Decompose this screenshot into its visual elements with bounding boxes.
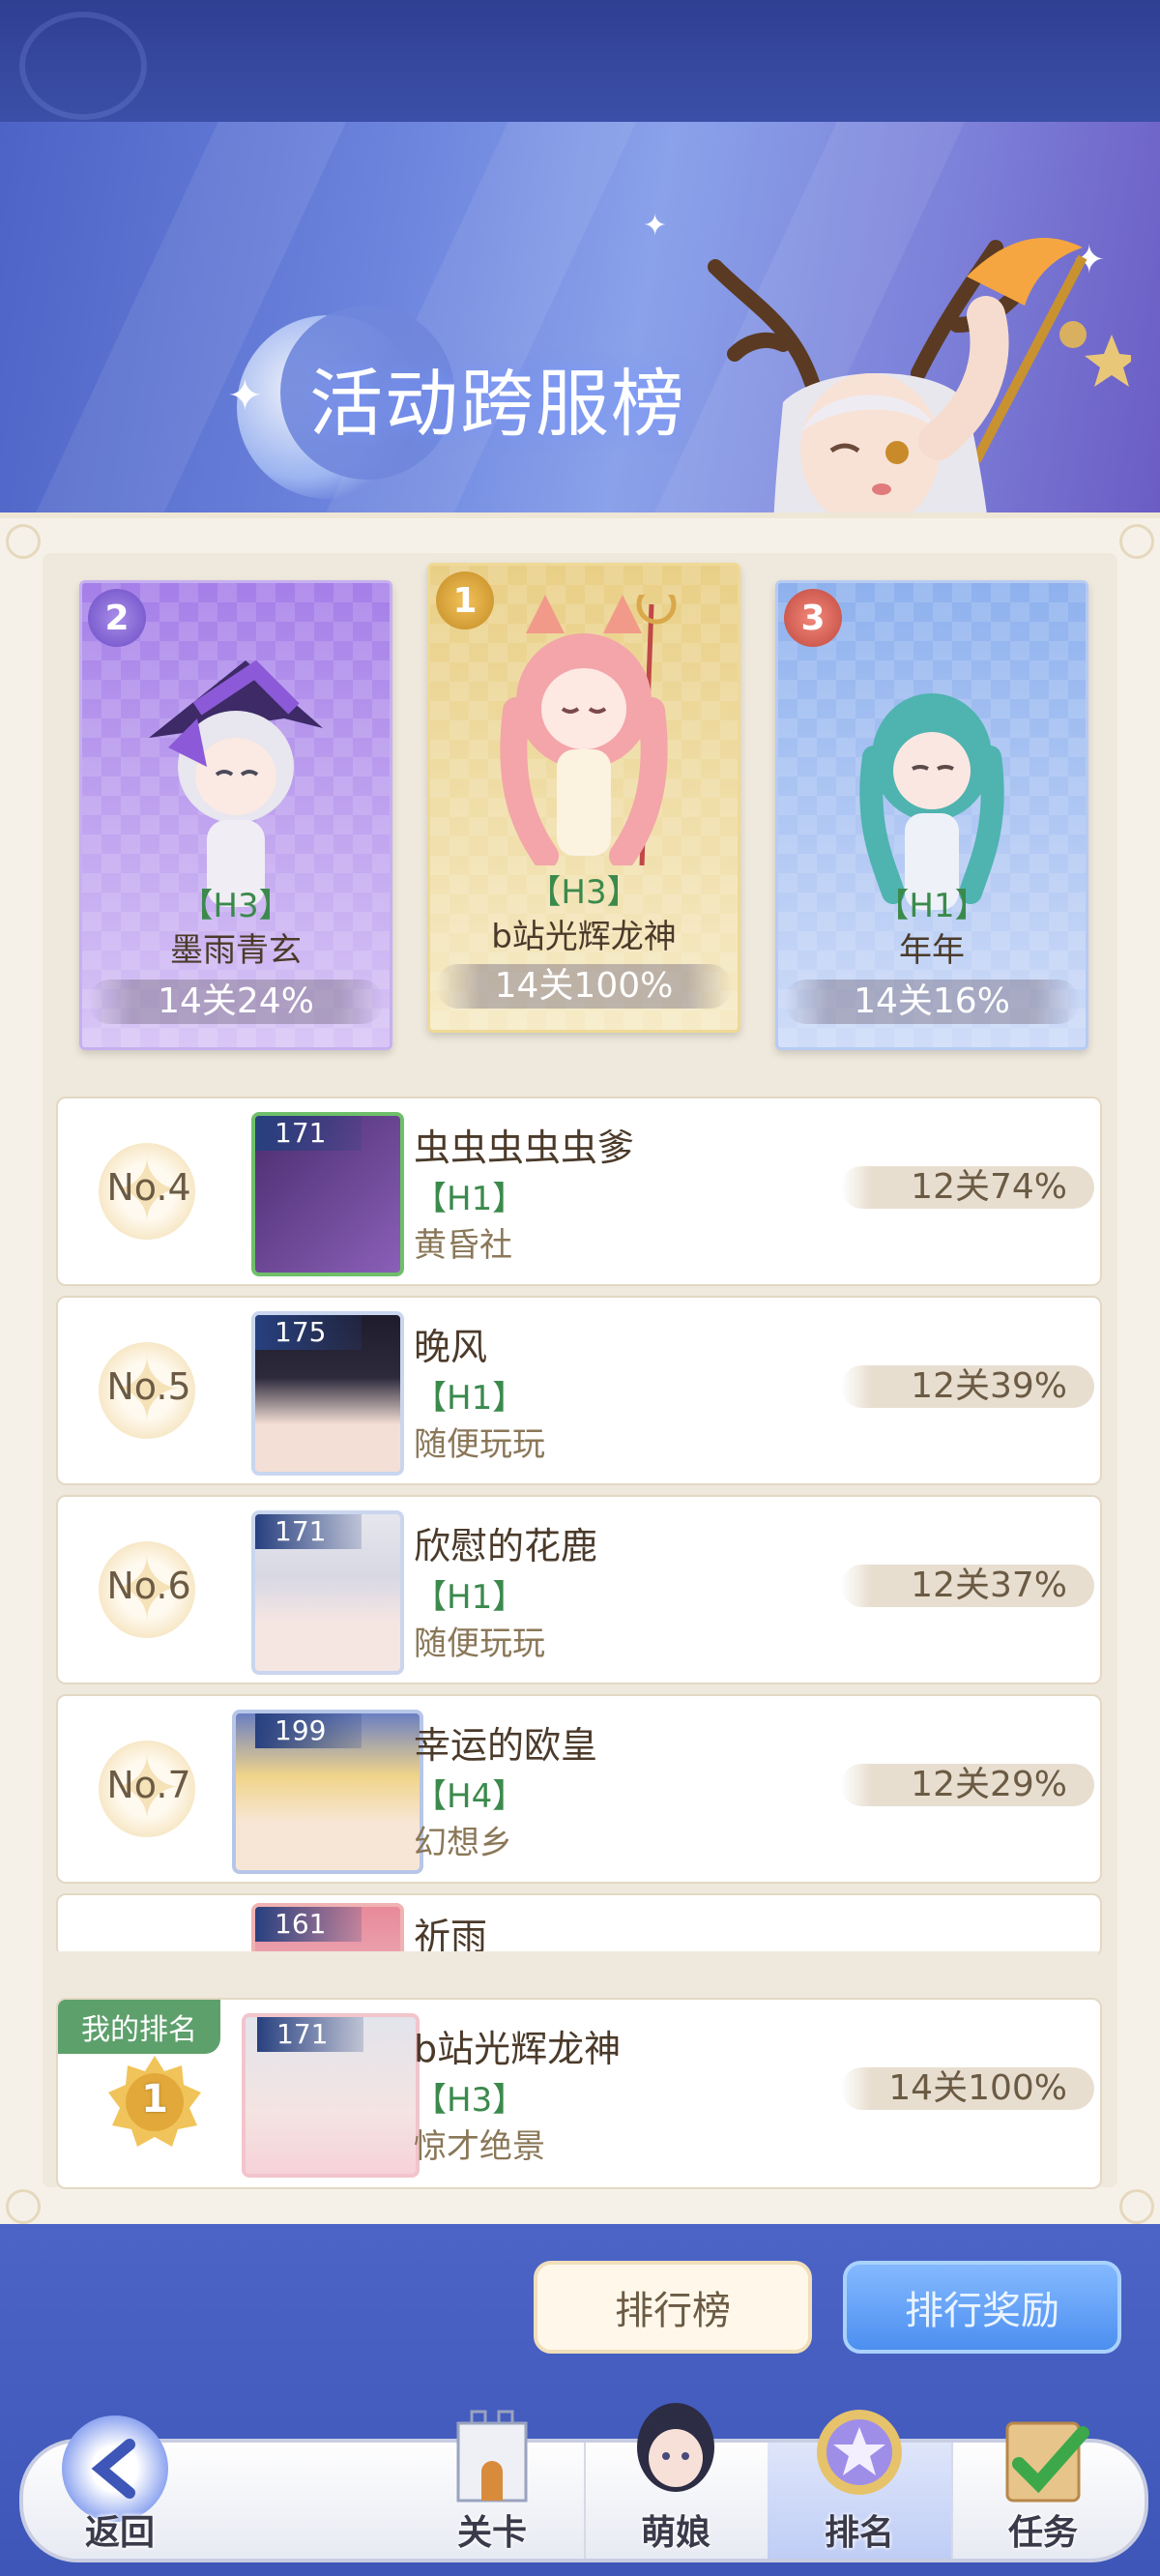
nav-stage-label: 关卡	[456, 2513, 527, 2553]
player-score: 12关39%	[841, 1365, 1094, 1408]
nav-back-label: 返回	[84, 2513, 155, 2553]
player-score: 12关29%	[841, 1764, 1094, 1806]
my-rank-tag: 我的排名	[58, 2000, 220, 2054]
player-guild: 随便玩玩	[414, 1425, 545, 1464]
heart-decoration-icon	[19, 12, 147, 120]
player-avatar[interactable]: 199	[232, 1710, 423, 1874]
player-score: 12关37%	[841, 1565, 1094, 1607]
player-avatar[interactable]: 171	[251, 1510, 404, 1675]
character-illustration	[708, 238, 1131, 512]
nav-stage[interactable]: 关卡	[400, 2410, 586, 2559]
girl-portrait-icon	[637, 2403, 714, 2492]
player-level: 171	[255, 1514, 362, 1549]
nav-girls-label: 萌娘	[640, 2513, 710, 2553]
rank-medal-icon: 1	[436, 571, 494, 629]
player-level: 175	[255, 1315, 362, 1350]
podium-tier: 【H1】	[876, 887, 988, 925]
podium-score: 14关16%	[784, 980, 1080, 1024]
player-level: 171	[257, 2017, 363, 2052]
nav-back[interactable]: 返回	[23, 2415, 217, 2559]
player-name: b站光辉龙神	[414, 2028, 622, 2070]
player-level: 161	[255, 1907, 362, 1942]
ranking-button-label: 排行榜	[615, 2289, 731, 2333]
player-tier: 【H1】	[414, 1180, 526, 1218]
castle-icon	[456, 2410, 528, 2503]
rank-number: No.7	[106, 1764, 191, 1806]
rank-number: No.4	[106, 1166, 191, 1209]
podium-score: 14关100%	[436, 964, 732, 1009]
ranking-button[interactable]: 排行榜	[534, 2261, 812, 2354]
rank-medal-icon: 2	[88, 589, 146, 647]
player-avatar-figure	[500, 595, 677, 865]
my-ranking-row[interactable]: 我的排名 1 171 b站光辉龙神 【H3】 惊才绝景 14关100%	[56, 1998, 1102, 2189]
podium-player-name: b站光辉龙神	[491, 918, 677, 956]
player-guild: 黄昏社	[414, 1226, 512, 1265]
podium-tier: 【H3】	[180, 887, 292, 925]
podium-tier: 【H3】	[528, 873, 640, 912]
nav-girls[interactable]: 萌娘	[584, 2403, 769, 2559]
player-name: 祈雨	[414, 1916, 488, 1957]
player-tier: 【H1】	[414, 1379, 526, 1418]
nav-task[interactable]: 任务	[951, 2421, 1135, 2559]
ranking-reward-button-label: 排行奖励	[905, 2289, 1059, 2333]
podium-player-name: 年年	[899, 931, 965, 970]
star-badge-icon	[817, 2410, 902, 2495]
bottom-nav-bar: 返回 关卡 萌娘 排名 任务	[19, 2403, 1148, 2562]
player-avatar[interactable]: 171	[242, 2013, 420, 2178]
player-guild: 随便玩玩	[414, 1625, 545, 1663]
player-level: 171	[255, 1116, 362, 1151]
banner-title: 活动跨服榜	[309, 361, 686, 447]
ranking-row[interactable]: ✦ No.6 171 欣慰的花鹿 【H1】 随便玩玩 12关37%	[56, 1495, 1102, 1684]
player-avatar[interactable]: 161	[251, 1903, 404, 1955]
nav-rank-label: 排名	[824, 2513, 894, 2553]
event-banner: ✦ ✦ ✦ 活动跨服榜	[0, 122, 1160, 512]
nav-rank[interactable]: 排名	[768, 2410, 953, 2559]
player-name: 幸运的欧皇	[414, 1724, 598, 1767]
podium-card-rank-2[interactable]: 2 【H3】 墨雨青玄 14关24%	[79, 580, 392, 1050]
bottom-area: 排行榜 排行奖励 返回 关卡 萌娘 排名 任务	[0, 2224, 1160, 2576]
ranking-row[interactable]: ✦ No.4 171 虫虫虫虫虫爹 【H1】 黄昏社 12关74%	[56, 1097, 1102, 1286]
player-name: 欣慰的花鹿	[414, 1525, 598, 1567]
ranking-row[interactable]: ✦ No.7 199 幸运的欧皇 【H4】 幻想乡 12关29%	[56, 1694, 1102, 1884]
player-avatar[interactable]: 175	[251, 1311, 404, 1476]
rank-number: No.6	[106, 1565, 191, 1607]
my-rank-number: 1	[141, 2077, 168, 2122]
ranking-reward-button[interactable]: 排行奖励	[843, 2261, 1121, 2354]
nav-task-label: 任务	[1007, 2513, 1078, 2553]
player-tier: 【H3】	[414, 2081, 526, 2120]
player-tier: 【H1】	[414, 1578, 526, 1617]
player-avatar[interactable]: 171	[251, 1112, 404, 1276]
podium-card-rank-3[interactable]: 3 【H1】 年年 14关16%	[775, 580, 1088, 1050]
podium-score: 14关24%	[88, 980, 384, 1024]
player-guild: 惊才绝景	[414, 2127, 545, 2166]
top-bar	[0, 0, 1160, 122]
ranking-row[interactable]: 161 祈雨	[56, 1893, 1102, 1957]
player-score: 12关74%	[841, 1166, 1094, 1209]
player-name: 晚风	[414, 1326, 488, 1368]
sparkle-icon: ✦	[227, 371, 263, 421]
rank-medal-icon: 3	[784, 589, 842, 647]
player-level: 199	[255, 1713, 362, 1748]
rank-number: No.5	[106, 1365, 191, 1408]
podium-card-rank-1[interactable]: 1 【H3】 b站光辉龙神 14关100%	[427, 563, 740, 1033]
player-score: 14关100%	[841, 2067, 1094, 2110]
task-scroll-icon	[1005, 2421, 1089, 2503]
player-tier: 【H4】	[414, 1777, 526, 1816]
player-name: 虫虫虫虫虫爹	[414, 1127, 635, 1169]
podium-player-name: 墨雨青玄	[170, 931, 302, 970]
player-guild: 幻想乡	[414, 1824, 512, 1862]
sparkle-icon: ✦	[643, 209, 668, 243]
ranking-row[interactable]: ✦ No.5 175 晚风 【H1】 随便玩玩 12关39%	[56, 1296, 1102, 1485]
